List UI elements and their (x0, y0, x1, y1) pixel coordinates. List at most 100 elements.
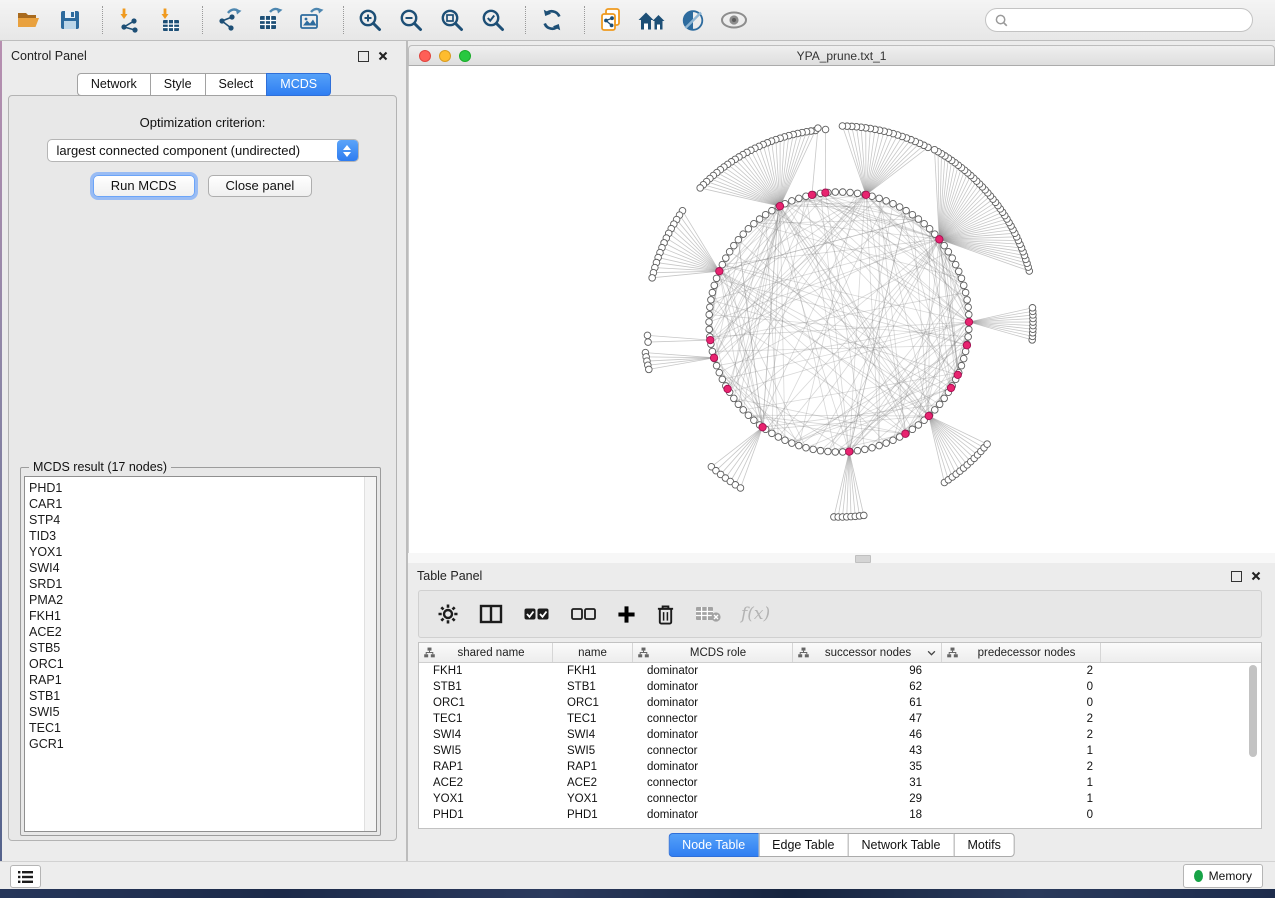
search-box[interactable] (985, 8, 1253, 32)
mcds-result-item[interactable]: RAP1 (29, 672, 376, 688)
delete-table-icon-disabled (695, 605, 721, 623)
mcds-result-item[interactable]: YOX1 (29, 544, 376, 560)
table-cell: 2 (942, 729, 1101, 741)
apply-layout-icon[interactable] (535, 3, 569, 37)
export-image-icon[interactable] (294, 3, 328, 37)
network-window-titlebar[interactable]: YPA_prune.txt_1 (408, 45, 1275, 66)
table-scrollbar-thumb[interactable] (1249, 665, 1257, 757)
mcds-result-item[interactable]: ORC1 (29, 656, 376, 672)
column-header-predecessor-nodes[interactable]: predecessor nodes (942, 643, 1101, 662)
tab-select[interactable]: Select (205, 73, 267, 96)
table-row[interactable]: RAP1RAP1dominator352 (419, 759, 1261, 775)
column-header-shared-name[interactable]: shared name (419, 643, 553, 662)
float-panel-icon[interactable] (358, 51, 369, 62)
tab-style[interactable]: Style (150, 73, 205, 96)
table-cell: 1 (942, 777, 1101, 789)
zoom-selected-icon[interactable] (476, 3, 510, 37)
table-cell: 2 (942, 761, 1101, 773)
tab-node-table[interactable]: Node Table (668, 833, 758, 857)
unselect-all-columns-icon[interactable] (570, 607, 597, 621)
table-cell: YOX1 (419, 793, 553, 805)
mcds-result-item[interactable]: CAR1 (29, 496, 376, 512)
tab-edge-table[interactable]: Edge Table (758, 833, 847, 857)
birds-eye-view-icon[interactable] (635, 3, 669, 37)
mcds-result-item[interactable]: SWI5 (29, 704, 376, 720)
zoom-in-icon[interactable] (353, 3, 387, 37)
search-input[interactable] (1008, 12, 1243, 28)
run-mcds-button[interactable]: Run MCDS (93, 175, 195, 197)
show-graphics-details-icon[interactable] (717, 3, 751, 37)
open-file-icon[interactable] (12, 3, 46, 37)
table-options-gear-icon[interactable] (437, 603, 459, 625)
zoom-out-icon[interactable] (394, 3, 428, 37)
table-row[interactable]: PHD1PHD1dominator180 (419, 807, 1261, 823)
mcds-result-item[interactable]: SRD1 (29, 576, 376, 592)
tab-mcds[interactable]: MCDS (266, 73, 331, 96)
export-network-icon[interactable] (212, 3, 246, 37)
column-header-successor-nodes[interactable]: successor nodes (793, 643, 942, 662)
table-cell: 43 (793, 745, 942, 757)
import-network-icon[interactable] (112, 3, 146, 37)
network-view[interactable] (408, 66, 1275, 553)
table-cell: 46 (793, 729, 942, 741)
column-header-MCDS-role[interactable]: MCDS role (633, 643, 793, 662)
save-session-icon[interactable] (53, 3, 87, 37)
split-handle-horizontal[interactable] (855, 555, 871, 563)
table-panel-tabs: Node TableEdge TableNetwork TableMotifs (668, 833, 1015, 857)
criterion-select[interactable]: largest connected component (undirected) (47, 139, 359, 162)
table-cell: SWI5 (553, 745, 633, 757)
tab-network[interactable]: Network (77, 73, 150, 96)
mcds-result-item[interactable]: STB5 (29, 640, 376, 656)
mcds-result-item[interactable]: GCR1 (29, 736, 376, 752)
close-panel-button[interactable]: Close panel (208, 175, 313, 197)
show-column-panel-icon[interactable] (479, 603, 503, 625)
import-table-icon[interactable] (153, 3, 187, 37)
table-row[interactable]: SWI4SWI4dominator462 (419, 727, 1261, 743)
tab-motifs[interactable]: Motifs (953, 833, 1014, 857)
mcds-result-list: PHD1CAR1STP4TID3YOX1SWI4SRD1PMA2FKH1ACE2… (24, 476, 377, 832)
table-row[interactable]: STB1STB1dominator620 (419, 679, 1261, 695)
control-panel-tabs: NetworkStyleSelectMCDS (2, 73, 406, 96)
table-row[interactable]: FKH1FKH1dominator962 (419, 663, 1261, 679)
table-row[interactable]: TEC1TEC1connector472 (419, 711, 1261, 727)
mcds-result-item[interactable]: ACE2 (29, 624, 376, 640)
network-window-title: YPA_prune.txt_1 (409, 49, 1274, 63)
table-row[interactable]: SWI5SWI5connector431 (419, 743, 1261, 759)
close-panel-icon[interactable] (1251, 571, 1261, 581)
horizontal-split-divider[interactable] (408, 553, 1275, 563)
close-panel-icon[interactable] (378, 51, 388, 61)
memory-button[interactable]: Memory (1183, 864, 1263, 888)
task-history-button[interactable] (10, 865, 41, 888)
zoom-fit-icon[interactable] (435, 3, 469, 37)
tab-network-table[interactable]: Network Table (848, 833, 954, 857)
table-cell: STB1 (553, 681, 633, 693)
memory-status-dot (1194, 870, 1203, 882)
select-all-columns-icon[interactable] (523, 607, 550, 621)
mcds-result-item[interactable]: STP4 (29, 512, 376, 528)
table-row[interactable]: YOX1YOX1connector291 (419, 791, 1261, 807)
table-panel-titlebar: Table Panel (408, 565, 1275, 587)
mcds-result-item[interactable]: TEC1 (29, 720, 376, 736)
column-header-name[interactable]: name (553, 643, 633, 662)
clone-network-icon[interactable] (594, 3, 628, 37)
table-cell: SWI4 (419, 729, 553, 741)
status-bar: Memory (0, 861, 1275, 889)
mcds-result-item[interactable]: STB1 (29, 688, 376, 704)
table-cell: connector (633, 793, 793, 805)
table-row[interactable]: ORC1ORC1dominator610 (419, 695, 1261, 711)
mcds-result-item[interactable]: PHD1 (29, 480, 376, 496)
delete-columns-icon[interactable] (656, 604, 675, 625)
mcds-result-item[interactable]: FKH1 (29, 608, 376, 624)
hide-graphics-details-icon[interactable] (676, 3, 710, 37)
network-canvas[interactable] (409, 66, 1275, 553)
mcds-result-item[interactable]: SWI4 (29, 560, 376, 576)
float-panel-icon[interactable] (1231, 571, 1242, 582)
table-cell: dominator (633, 729, 793, 741)
export-table-icon[interactable] (253, 3, 287, 37)
table-scrollbar[interactable] (1246, 663, 1260, 827)
table-row[interactable]: ACE2ACE2connector311 (419, 775, 1261, 791)
mcds-list-scrollbar[interactable] (364, 477, 376, 831)
create-column-icon[interactable] (617, 605, 636, 624)
mcds-result-item[interactable]: TID3 (29, 528, 376, 544)
mcds-result-item[interactable]: PMA2 (29, 592, 376, 608)
